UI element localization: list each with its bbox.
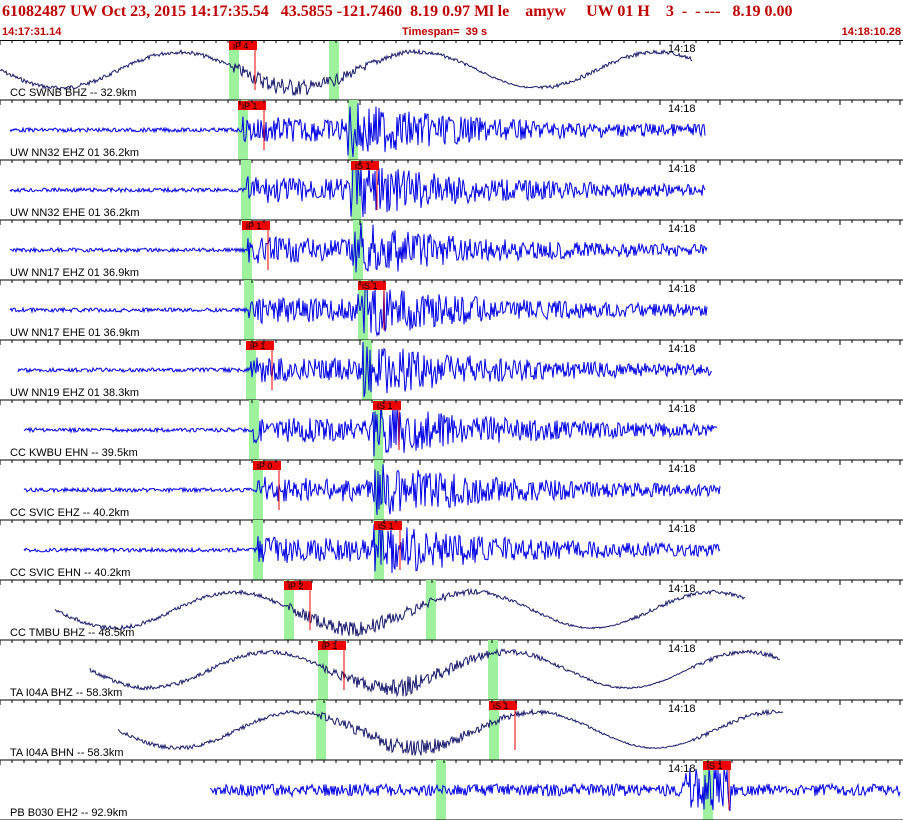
pick-label: iP 1 xyxy=(242,101,257,111)
p-pick-window xyxy=(316,700,326,760)
trace-station-label: UW NN19 EHZ 01 38.3km xyxy=(10,387,139,399)
trace-station-label: UW NN32 EHZ 01 36.2km xyxy=(10,147,139,159)
trace-station-label: CC TMBU BHZ -- 48.5km xyxy=(10,627,134,639)
pick-label: iP 2 xyxy=(288,581,303,591)
seismogram-panel[interactable]: iP 4 14:18 CC SWNB BHZ -- 32.9km iP 1 14:18 U… xyxy=(0,40,903,820)
trace-station-label: UW NN32 EHE 01 36.2km xyxy=(10,207,140,219)
s-pick-window xyxy=(426,580,436,640)
pick-label: iS 1 xyxy=(362,281,378,291)
waveform-trace xyxy=(117,708,784,756)
waveform-trace xyxy=(209,768,901,812)
time-tick-label: 14:18 xyxy=(668,463,696,475)
time-tick-label: 14:18 xyxy=(668,403,696,415)
waveform-trace xyxy=(54,587,746,637)
trace-station-label: TA I04A BHN -- 58.3km xyxy=(10,747,124,759)
waveform-trace xyxy=(23,523,721,574)
trace-station-label: UW NN17 EHE 01 36.9km xyxy=(10,327,140,339)
pick-label: iS 1 xyxy=(355,161,371,171)
time-tick-label: 14:18 xyxy=(668,283,696,295)
pick-label: iS 1 xyxy=(493,701,509,711)
event-header: 61082487 UW Oct 23, 2015 14:17:35.54 43.… xyxy=(0,0,903,40)
trace-station-label: UW NN17 EHZ 01 36.9km xyxy=(10,267,139,279)
trace-station-label: TA I04A BHZ -- 58.3km xyxy=(10,687,122,699)
trace-station-label: CC SVIC EHN -- 40.2km xyxy=(10,567,130,579)
trace-station-label: CC KWBU EHN -- 39.5km xyxy=(10,447,138,459)
time-tick-label: 14:18 xyxy=(668,643,696,655)
pick-label: iS 1 xyxy=(377,401,393,411)
s-pick-window xyxy=(488,640,498,700)
timespan-label: Timespan= 39 s xyxy=(402,26,488,38)
s-pick-window xyxy=(329,40,339,100)
pick-label: iP 4 xyxy=(233,41,248,51)
trace-station-label: PB B030 EH2 -- 92.9km xyxy=(10,807,127,819)
pick-label: iP 1 xyxy=(246,221,261,231)
p-pick-window xyxy=(249,400,259,460)
time-tick-label: 14:18 xyxy=(668,103,696,115)
time-tick-label: 14:18 xyxy=(668,523,696,535)
time-tick-label: 14:18 xyxy=(668,703,696,715)
trace-station-label: CC SVIC EHZ -- 40.2km xyxy=(10,507,129,519)
time-tick-label: 14:18 xyxy=(668,763,696,775)
time-tick-label: 14:18 xyxy=(668,223,696,235)
time-tick-label: 14:18 xyxy=(668,583,696,595)
end-time-label: 14:18:10.28 xyxy=(841,26,901,38)
start-time-label: 14:17:31.14 xyxy=(2,26,62,38)
time-tick-label: 14:18 xyxy=(668,43,696,55)
event-summary-line: 61082487 UW Oct 23, 2015 14:17:35.54 43.… xyxy=(2,3,793,20)
time-tick-label: 14:18 xyxy=(668,163,696,175)
time-tick-label: 14:18 xyxy=(668,343,696,355)
pick-label: iS 1 xyxy=(378,521,394,531)
pick-label: iP 0 xyxy=(257,461,272,471)
trace-station-label: CC SWNB BHZ -- 32.9km xyxy=(10,87,137,99)
waveform-trace xyxy=(89,648,781,698)
